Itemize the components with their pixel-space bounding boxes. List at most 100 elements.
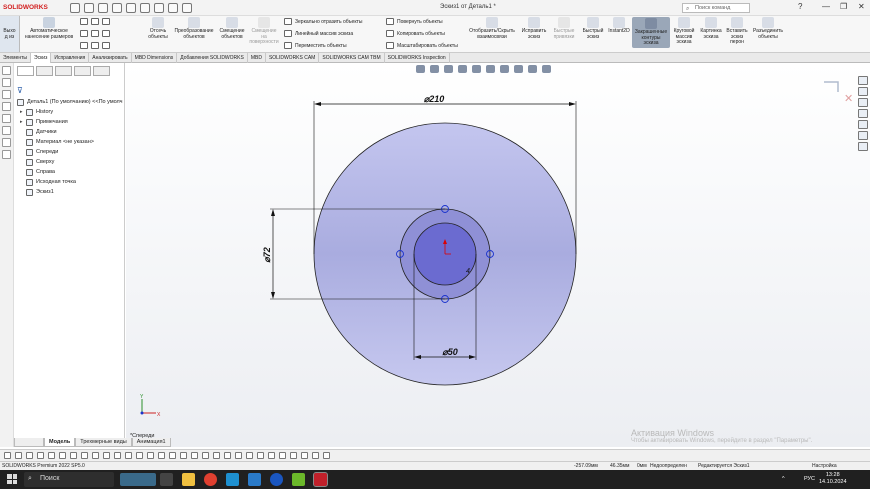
tab-motion-arrows[interactable] — [14, 438, 44, 447]
toolbar-icon[interactable] — [114, 452, 121, 459]
tree-item-history[interactable]: ▸ History — [17, 107, 125, 117]
toolbar-icon[interactable] — [15, 452, 22, 459]
tab-sketch[interactable]: Эскиз — [31, 53, 52, 63]
toolbar-icon[interactable] — [37, 452, 44, 459]
tree-item-origin[interactable]: Исходная точка — [17, 177, 125, 187]
tree-item-annotations[interactable]: ▸ Примечания — [17, 117, 125, 127]
app-green-icon[interactable] — [292, 473, 305, 486]
print-icon[interactable] — [126, 2, 136, 13]
text-icon[interactable] — [102, 42, 110, 49]
property-manager-tab[interactable] — [36, 66, 53, 76]
tab-markup[interactable]: Исправления — [51, 53, 90, 63]
insert-sketch-button[interactable]: Вставить эскиз перон — [725, 17, 749, 46]
spline-icon[interactable] — [102, 18, 110, 25]
help-button[interactable]: ? — [798, 2, 802, 11]
tree-item-sketch1[interactable]: Эскиз1 — [17, 187, 125, 197]
browser-icon[interactable] — [270, 473, 283, 486]
toolbar-icon[interactable] — [92, 452, 99, 459]
sketch-canvas[interactable]: ⌀210 ⌀72 ⌀50 4 Y X ✕ — [126, 63, 870, 447]
tab-cam-tbm[interactable]: SOLIDWORKS CAM TBM — [319, 53, 385, 63]
slot-icon[interactable] — [80, 42, 88, 49]
side-tool-icon[interactable] — [2, 138, 11, 147]
exit-sketch-icon[interactable]: ✕ — [844, 93, 853, 105]
maximize-button[interactable]: ❐ — [840, 2, 847, 11]
rebuild-icon[interactable] — [168, 2, 178, 13]
configuration-manager-tab[interactable] — [55, 66, 72, 76]
home-icon[interactable] — [70, 2, 80, 13]
side-tool-icon[interactable] — [2, 150, 11, 159]
toolbar-icon[interactable] — [312, 452, 319, 459]
solidworks-taskbar-icon[interactable] — [313, 472, 328, 487]
rotate-row[interactable]: Повернуть объекты — [386, 18, 443, 25]
toolbar-icon[interactable] — [268, 452, 275, 459]
display-relations-button[interactable]: Отобразить/Скрыть взаимосвязи — [466, 17, 518, 40]
options-gear-icon[interactable] — [182, 2, 192, 13]
taskbar-clock[interactable]: 13:28 14.10.2024 — [819, 472, 847, 486]
chrome-icon[interactable] — [204, 473, 217, 486]
repair-sketch-button[interactable]: Исправить эскиз — [520, 17, 548, 40]
offset-on-surface-button[interactable]: Смещение на поверхности — [248, 17, 280, 46]
app-icon[interactable] — [248, 473, 261, 486]
close-button[interactable]: ✕ — [858, 2, 865, 11]
toolbar-icon[interactable] — [257, 452, 264, 459]
offset-entities-button[interactable]: Смещение объектов — [218, 17, 246, 40]
dimension-outer-text[interactable]: ⌀210 — [424, 94, 444, 104]
confirmation-corner[interactable]: ✕ — [824, 81, 853, 105]
display-manager-tab[interactable] — [93, 66, 110, 76]
filter-icon[interactable]: ⊽ — [17, 86, 23, 95]
dimension-inner-text[interactable]: ⌀50 — [442, 347, 457, 357]
tab-cam[interactable]: SOLIDWORKS CAM — [266, 53, 320, 63]
tree-root[interactable]: Деталь1 (По умолчанию) <<По умолч — [17, 97, 125, 107]
store-icon[interactable] — [226, 473, 239, 486]
tab-model[interactable]: Модель — [44, 438, 76, 447]
scale-row[interactable]: Масштабировать объекты — [386, 42, 458, 49]
file-explorer-icon[interactable] — [182, 473, 195, 486]
task-view-icon[interactable] — [160, 473, 173, 486]
tab-mbd[interactable]: MBD — [248, 53, 266, 63]
toolbar-icon[interactable] — [147, 452, 154, 459]
tray-chevron-icon[interactable]: ^ — [782, 476, 785, 482]
toolbar-icon[interactable] — [70, 452, 77, 459]
tree-item-front-plane[interactable]: Спереди — [17, 147, 125, 157]
feature-manager-tab[interactable] — [17, 66, 34, 76]
tab-addins[interactable]: Добавления SOLIDWORKS — [177, 53, 248, 63]
rectangle-icon[interactable] — [80, 30, 88, 37]
split-entities-button[interactable]: Разъединить объекты — [750, 17, 786, 40]
toolbar-icon[interactable] — [180, 452, 187, 459]
toolbar-icon[interactable] — [202, 452, 209, 459]
toolbar-icon[interactable] — [4, 452, 11, 459]
tab-animation1[interactable]: Анимация1 — [131, 438, 171, 447]
side-tool-icon[interactable] — [2, 90, 11, 99]
smart-dimension-button[interactable]: Автоматическое нанесение размеров — [24, 17, 74, 40]
select-icon[interactable] — [154, 2, 164, 13]
shaded-sketch-contours-button[interactable]: Закрашенные контуры эскиза — [632, 17, 670, 48]
side-tool-icon[interactable] — [2, 66, 11, 75]
undo-icon[interactable] — [140, 2, 150, 13]
toolbar-icon[interactable] — [136, 452, 143, 459]
new-file-icon[interactable] — [84, 2, 94, 13]
dimension-middle-text[interactable]: ⌀72 — [262, 247, 272, 262]
circular-pattern-button[interactable]: Круговой массив эскиза — [671, 17, 697, 46]
dimxpert-tab[interactable] — [74, 66, 91, 76]
tab-evaluate[interactable]: Анализировать — [89, 53, 132, 63]
instant2d-button[interactable]: Instant2D — [606, 17, 632, 35]
copy-row[interactable]: Копировать объекты — [386, 30, 445, 37]
toolbar-icon[interactable] — [81, 452, 88, 459]
toolbar-icon[interactable] — [103, 452, 110, 459]
mirror-row[interactable]: Зеркально отразить объекты — [284, 18, 362, 25]
status-units[interactable]: Настройка — [812, 463, 837, 469]
toolbar-icon[interactable] — [158, 452, 165, 459]
line-icon[interactable] — [80, 18, 88, 25]
toolbar-icon[interactable] — [323, 452, 330, 459]
side-tool-icon[interactable] — [2, 102, 11, 111]
tab-features[interactable]: Элементы — [0, 53, 31, 63]
linear-pattern-row[interactable]: Линейный массив эскиза — [284, 30, 353, 37]
toolbar-icon[interactable] — [290, 452, 297, 459]
circle-icon[interactable] — [91, 18, 99, 25]
arc-icon[interactable] — [91, 30, 99, 37]
ellipse-icon[interactable] — [102, 30, 110, 37]
toolbar-icon[interactable] — [301, 452, 308, 459]
polygon-icon[interactable] — [91, 42, 99, 49]
exit-sketch-button[interactable]: Выхо д из — [0, 16, 20, 52]
toolbar-icon[interactable] — [48, 452, 55, 459]
